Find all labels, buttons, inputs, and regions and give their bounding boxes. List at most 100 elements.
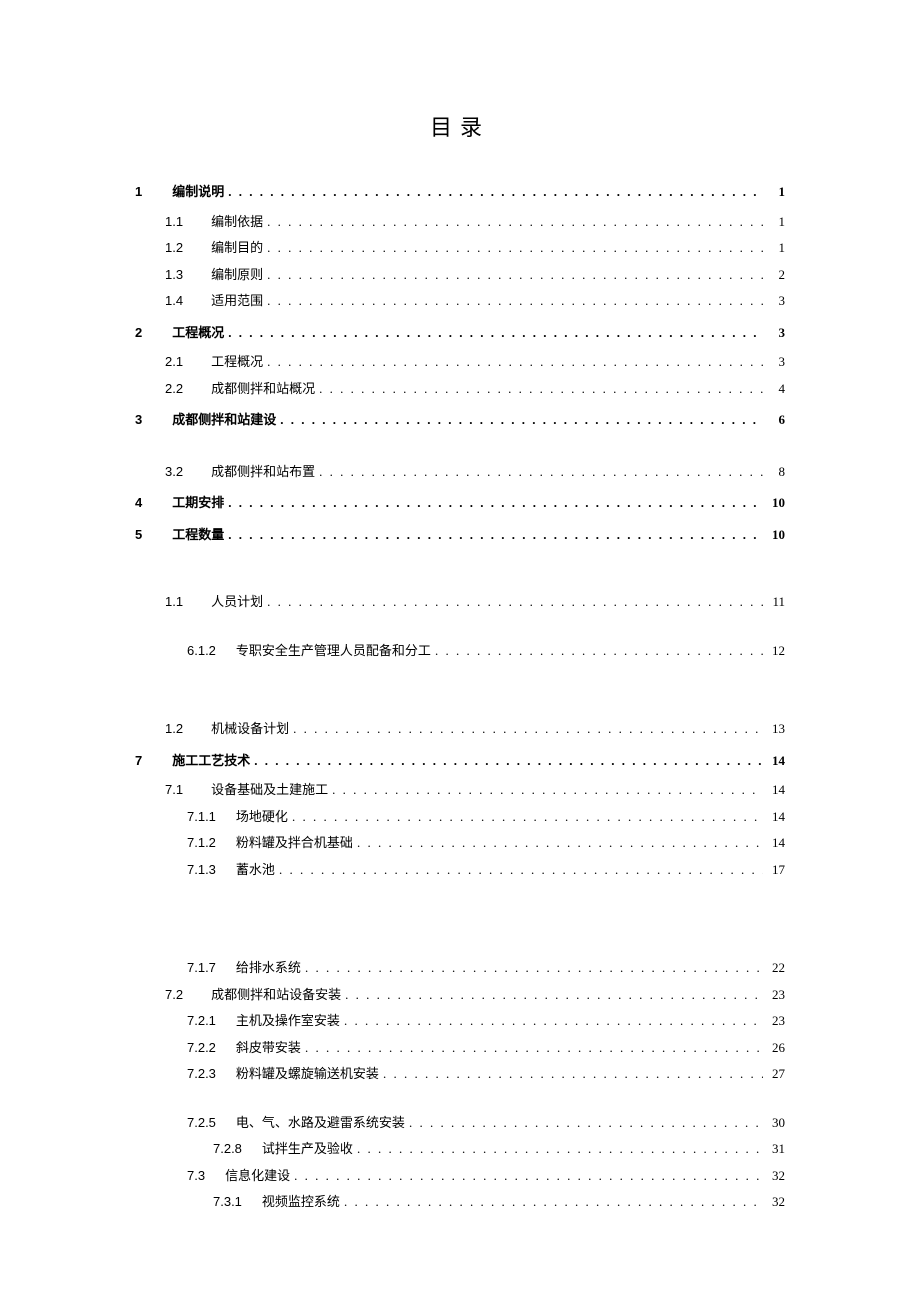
toc-entry-page: 10 [767,525,785,545]
toc-entry-page: 23 [767,985,785,1005]
toc-entry-number: 7.2.8 [213,1139,242,1159]
toc-leader-dots [292,807,763,827]
toc-entry-label: 编制目的 [211,238,263,258]
toc-entry: 7.1.3 蓄水池 17 [135,860,785,880]
toc-entry: 1.2机械设备计划13 [135,719,785,739]
toc-entry: 2工程概况3 [135,323,785,343]
toc-leader-dots [357,1139,763,1159]
toc-entry-number: 2.2 [165,379,183,399]
toc-entry-label: 粉料罐及螺旋输送机安装 [236,1064,379,1084]
toc-entry-number: 3 [135,410,142,430]
toc-entry-page: 23 [767,1011,785,1031]
toc-entry-label: 施工工艺技术 [172,751,250,771]
toc-entry-label: 成都侧拌和站设备安装 [211,985,341,1005]
toc-entry-number: 1 [135,182,142,202]
toc-entry: 2.2成都侧拌和站概况4 [135,379,785,399]
toc-entry-number: 2 [135,323,142,343]
toc-entry-number: 1.3 [165,265,183,285]
toc-leader-dots [267,592,763,612]
toc-entry-number: 2.1 [165,352,183,372]
toc-entry: 1.2编制目的1 [135,238,785,258]
toc-leader-dots [332,780,763,800]
toc-entry: 2.1工程概况3 [135,352,785,372]
toc-leader-dots [267,352,763,372]
toc-entry: 6.1.2专职安全生产管理人员配备和分工12 [135,641,785,661]
toc-entry-number: 4 [135,493,142,513]
toc-entry: 7.3信息化建设32 [135,1166,785,1186]
toc-entry-label: 成都侧拌和站布置 [211,462,315,482]
toc-entry-number: 1.2 [165,719,183,739]
toc-entry: 1.3 编制原则 2 [135,265,785,285]
toc-entry-label: 成都侧拌和站概况 [211,379,315,399]
toc-entry-label: 编制原则 [211,265,263,285]
toc-entry-number: 7.1 [165,780,183,800]
toc-entry-label: 人员计划 [211,592,263,612]
toc-entry: 1.1编制依据1 [135,212,785,232]
toc-leader-dots [294,1166,763,1186]
toc-leader-dots [279,860,763,880]
toc-leader-dots [228,182,763,202]
toc-leader-dots [280,410,763,430]
toc-leader-dots [345,985,763,1005]
toc-gap [135,554,785,592]
toc-entry-number: 6.1.2 [187,641,216,661]
toc-entry-page: 30 [767,1113,785,1133]
toc-entry-label: 给排水系统 [236,958,301,978]
toc-entry-page: 3 [767,323,785,343]
toc-entry-label: 试拌生产及验收 [262,1139,353,1159]
toc-entry-page: 32 [767,1166,785,1186]
toc-entry-page: 3 [767,291,785,311]
toc-entry: 7.1.7给排水系统22 [135,958,785,978]
toc-entry-label: 粉料罐及拌合机基础 [236,833,353,853]
toc-entry-page: 6 [767,410,785,430]
toc-entry-page: 8 [767,462,785,482]
toc-entry-number: 7.2.5 [187,1113,216,1133]
toc-entry-page: 14 [767,780,785,800]
toc-entry-page: 14 [767,807,785,827]
toc-leader-dots [293,719,763,739]
toc-entry-label: 斜皮带安装 [236,1038,301,1058]
toc-leader-dots [267,291,763,311]
toc-entry: 7.2.2 斜皮带安装 26 [135,1038,785,1058]
toc-gap [135,1091,785,1113]
toc-leader-dots [357,833,763,853]
toc-entry-number: 5 [135,525,142,545]
toc-entry-label: 专职安全生产管理人员配备和分工 [236,641,431,661]
toc-entry-page: 1 [767,182,785,202]
toc-entry: 1编制说明1 [135,182,785,202]
toc-entry-label: 工程数量 [172,525,224,545]
toc-entry-label: 蓄水池 [236,860,275,880]
toc-entry-label: 信息化建设 [225,1166,290,1186]
toc-leader-dots [409,1113,763,1133]
toc-entry-number: 7.2.1 [187,1011,216,1031]
toc-entry-label: 视频监控系统 [262,1192,340,1212]
toc-entry-number: 3.2 [165,462,183,482]
table-of-contents: 1编制说明11.1编制依据11.2编制目的11.3编制原则21.4适用范围32工… [135,182,785,1212]
toc-gap [135,667,785,719]
toc-entry-number: 7.2.2 [187,1038,216,1058]
toc-entry: 7施工工艺技术14 [135,751,785,771]
toc-entry-page: 1 [767,238,785,258]
toc-entry-label: 设备基础及土建施工 [211,780,328,800]
toc-entry-label: 主机及操作室安装 [236,1011,340,1031]
toc-entry: 3.2 成都侧拌和站布置 8 [135,462,785,482]
toc-entry-label: 电、气、水路及避雷系统安装 [236,1113,405,1133]
toc-leader-dots [435,641,763,661]
toc-entry-label: 编制依据 [211,212,263,232]
toc-entry-number: 7.2.3 [187,1064,216,1084]
toc-entry: 7.1 设备基础及土建施工 14 [135,780,785,800]
toc-leader-dots [267,238,763,258]
toc-leader-dots [267,212,763,232]
toc-entry-number: 7 [135,751,142,771]
toc-entry-page: 26 [767,1038,785,1058]
toc-entry-page: 2 [767,265,785,285]
toc-leader-dots [305,1038,763,1058]
toc-entry: 7.2.3粉料罐及螺旋输送机安装27 [135,1064,785,1084]
page-title: 目录 [135,110,785,142]
toc-entry: 7.2.1 主机及操作室安装 23 [135,1011,785,1031]
toc-entry-page: 17 [767,860,785,880]
toc-entry-number: 7.1.3 [187,860,216,880]
toc-entry-number: 7.1.7 [187,958,216,978]
toc-entry-page: 1 [767,212,785,232]
toc-entry-page: 31 [767,1139,785,1159]
